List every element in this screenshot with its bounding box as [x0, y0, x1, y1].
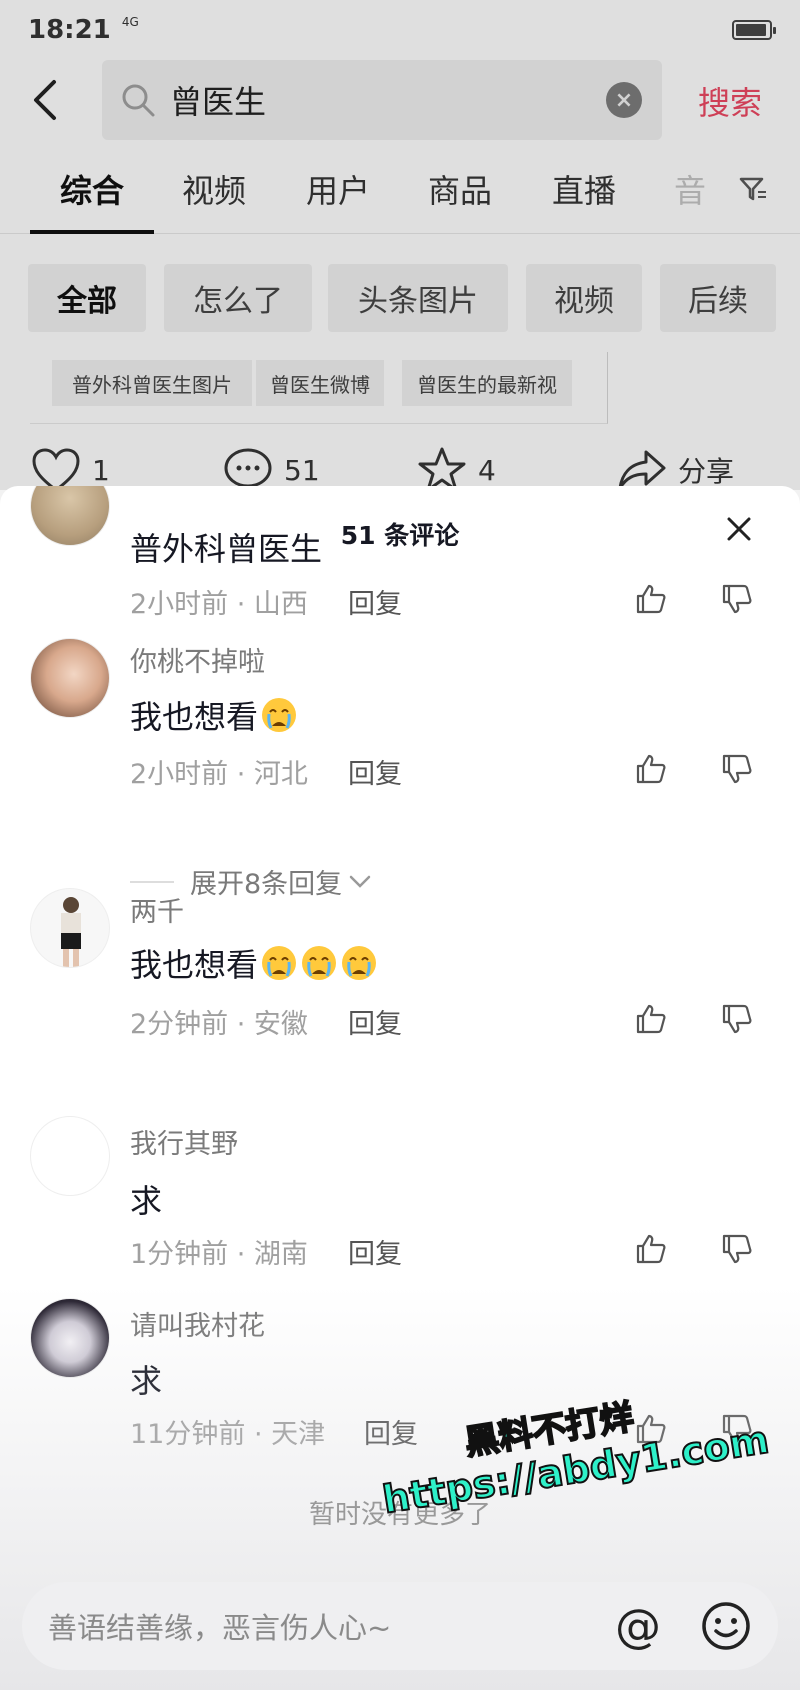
emoji-picker-icon[interactable]	[700, 1600, 752, 1652]
comment-text-content: 我也想看	[130, 946, 259, 984]
mention-button[interactable]: @	[612, 1599, 664, 1653]
comment-meta: 1分钟前 · 湖南	[130, 1239, 308, 1270]
thumbs-down-icon[interactable]	[720, 752, 754, 786]
reply-button[interactable]: 回复	[348, 582, 402, 621]
thumbs-down-icon[interactable]	[720, 582, 754, 616]
comments-title: 51 条评论	[340, 521, 460, 550]
comment-text: 求	[130, 1182, 163, 1220]
reply-button[interactable]: 回复	[348, 752, 402, 791]
comment-meta: 2小时前 · 山西	[130, 589, 308, 620]
thumbs-up-icon[interactable]	[634, 1002, 668, 1036]
comment-text: 普外科曾医生	[130, 530, 323, 568]
comment-username[interactable]: 我行其野	[130, 1122, 238, 1161]
reply-button[interactable]: 回复	[348, 1232, 402, 1271]
comment-meta: 2小时前 · 河北	[130, 759, 308, 790]
avatar[interactable]	[30, 1298, 110, 1378]
crying-emoji-icon	[342, 946, 377, 980]
comment-meta: 11分钟前 · 天津	[130, 1419, 326, 1450]
comment-text: 我也想看	[130, 940, 378, 986]
thumbs-down-icon[interactable]	[720, 1002, 754, 1036]
reply-button[interactable]: 回复	[348, 1002, 402, 1041]
comment-username[interactable]: 请叫我村花	[130, 1304, 265, 1343]
comment-meta: 2分钟前 · 安徽	[130, 1009, 308, 1040]
chevron-down-icon	[349, 875, 371, 888]
avatar[interactable]	[30, 888, 110, 968]
crying-emoji-icon	[302, 946, 337, 980]
comment-username[interactable]: 两千	[130, 890, 184, 929]
expand-replies-label: 展开8条回复	[190, 869, 343, 900]
comment-username[interactable]: 你桃不掉啦	[130, 640, 265, 679]
comment-text-content: 我也想看	[130, 698, 259, 736]
avatar[interactable]	[30, 1116, 110, 1196]
thumbs-up-icon[interactable]	[634, 1232, 668, 1266]
comment-input[interactable]: 善语结善缘，恶言伤人心~ @	[22, 1582, 778, 1670]
comment-text: 我也想看	[130, 692, 298, 738]
comment-text: 求	[130, 1362, 163, 1400]
crying-emoji-icon	[262, 946, 297, 980]
thumbs-up-icon[interactable]	[634, 582, 668, 616]
divider	[130, 880, 174, 883]
comment-input-placeholder[interactable]: 善语结善缘，恶言伤人心~	[48, 1605, 612, 1647]
close-icon[interactable]	[724, 514, 754, 544]
overlay-dim	[0, 0, 800, 490]
thumbs-down-icon[interactable]	[720, 1232, 754, 1266]
avatar-figure	[61, 897, 81, 967]
avatar[interactable]	[30, 638, 110, 718]
crying-emoji-icon	[262, 698, 297, 732]
thumbs-up-icon[interactable]	[634, 752, 668, 786]
